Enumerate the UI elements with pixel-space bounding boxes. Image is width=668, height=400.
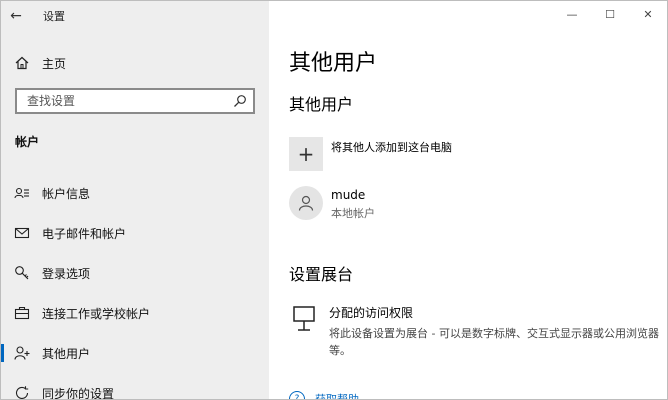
account-info-icon — [14, 187, 29, 199]
sidebar-item-label: 帐户信息 — [42, 186, 91, 201]
close-icon[interactable]: ✕ — [629, 1, 667, 27]
nav-list: 帐户信息 电子邮件和帐户 登录选项 连接工作或学校帐户 其他用户 同步你的设置 — [1, 173, 269, 400]
sidebar-item-email-accounts[interactable]: 电子邮件和帐户 — [1, 213, 269, 253]
plus-icon: + — [289, 137, 323, 171]
search-box[interactable] — [15, 88, 255, 114]
sidebar-item-label: 电子邮件和帐户 — [42, 226, 127, 241]
user-entry[interactable]: mude 本地帐户 — [289, 186, 375, 221]
maximize-icon[interactable]: ☐ — [591, 1, 629, 27]
sidebar-item-sync-settings[interactable]: 同步你的设置 — [1, 373, 269, 400]
help-icon: ? — [289, 391, 305, 399]
assigned-access-button[interactable]: 分配的访问权限 将此设备设置为展台 - 可以是数字标牌、交互式显示器或公用浏览器… — [289, 304, 659, 359]
sync-icon — [15, 386, 29, 399]
home-label: 主页 — [42, 56, 67, 71]
sidebar-item-account-info[interactable]: 帐户信息 — [1, 173, 269, 213]
home-icon — [15, 56, 29, 70]
sidebar-item-label: 连接工作或学校帐户 — [42, 306, 151, 321]
page-title: 其他用户 — [289, 51, 378, 76]
sidebar-item-label: 登录选项 — [42, 266, 91, 281]
section-title: 帐户 — [15, 135, 40, 149]
user-account-type: 本地帐户 — [331, 207, 375, 220]
add-user-button[interactable]: + 将其他人添加到这台电脑 — [289, 137, 452, 171]
kiosk-title: 分配的访问权限 — [329, 306, 414, 320]
home-nav-item[interactable]: 主页 — [1, 49, 269, 77]
kiosk-monitor-icon — [289, 304, 319, 334]
settings-window: ← 设置 主页 帐户 — [0, 0, 668, 400]
back-arrow-icon[interactable]: ← — [1, 1, 31, 31]
search-icon[interactable] — [233, 94, 247, 108]
user-meta: mude 本地帐户 — [331, 188, 375, 221]
sidebar-item-label: 同步你的设置 — [42, 386, 115, 400]
window-controls: — ☐ ✕ — [553, 1, 667, 27]
main-content: — ☐ ✕ 其他用户 其他用户 + 将其他人添加到这台电脑 mude 本地帐户 … — [269, 1, 667, 399]
add-user-label: 将其他人添加到这台电脑 — [331, 141, 452, 154]
help-link[interactable]: 获取帮助 — [315, 391, 359, 399]
other-users-heading: 其他用户 — [289, 95, 354, 114]
sidebar-item-sign-in-options[interactable]: 登录选项 — [1, 253, 269, 293]
sidebar-item-label: 其他用户 — [42, 346, 91, 361]
app-title: 设置 — [43, 10, 65, 23]
avatar — [289, 186, 323, 220]
user-name: mude — [331, 188, 366, 202]
help-row[interactable]: ? 获取帮助 — [289, 391, 359, 399]
kiosk-description: 将此设备设置为展台 - 可以是数字标牌、交互式显示器或公用浏览器等。 — [329, 327, 659, 357]
sidebar: ← 设置 主页 帐户 — [1, 1, 269, 399]
key-icon — [15, 266, 29, 280]
kiosk-heading: 设置展台 — [289, 265, 354, 284]
titlebar: ← 设置 — [1, 1, 269, 31]
search-input[interactable] — [25, 93, 233, 109]
sidebar-item-other-users[interactable]: 其他用户 — [1, 333, 269, 373]
mail-icon — [14, 227, 30, 239]
briefcase-icon — [14, 306, 30, 320]
kiosk-text: 分配的访问权限 将此设备设置为展台 - 可以是数字标牌、交互式显示器或公用浏览器… — [329, 304, 659, 359]
minimize-icon[interactable]: — — [553, 1, 591, 27]
sidebar-item-work-school[interactable]: 连接工作或学校帐户 — [1, 293, 269, 333]
person-icon — [298, 195, 314, 211]
add-person-icon — [14, 346, 30, 360]
